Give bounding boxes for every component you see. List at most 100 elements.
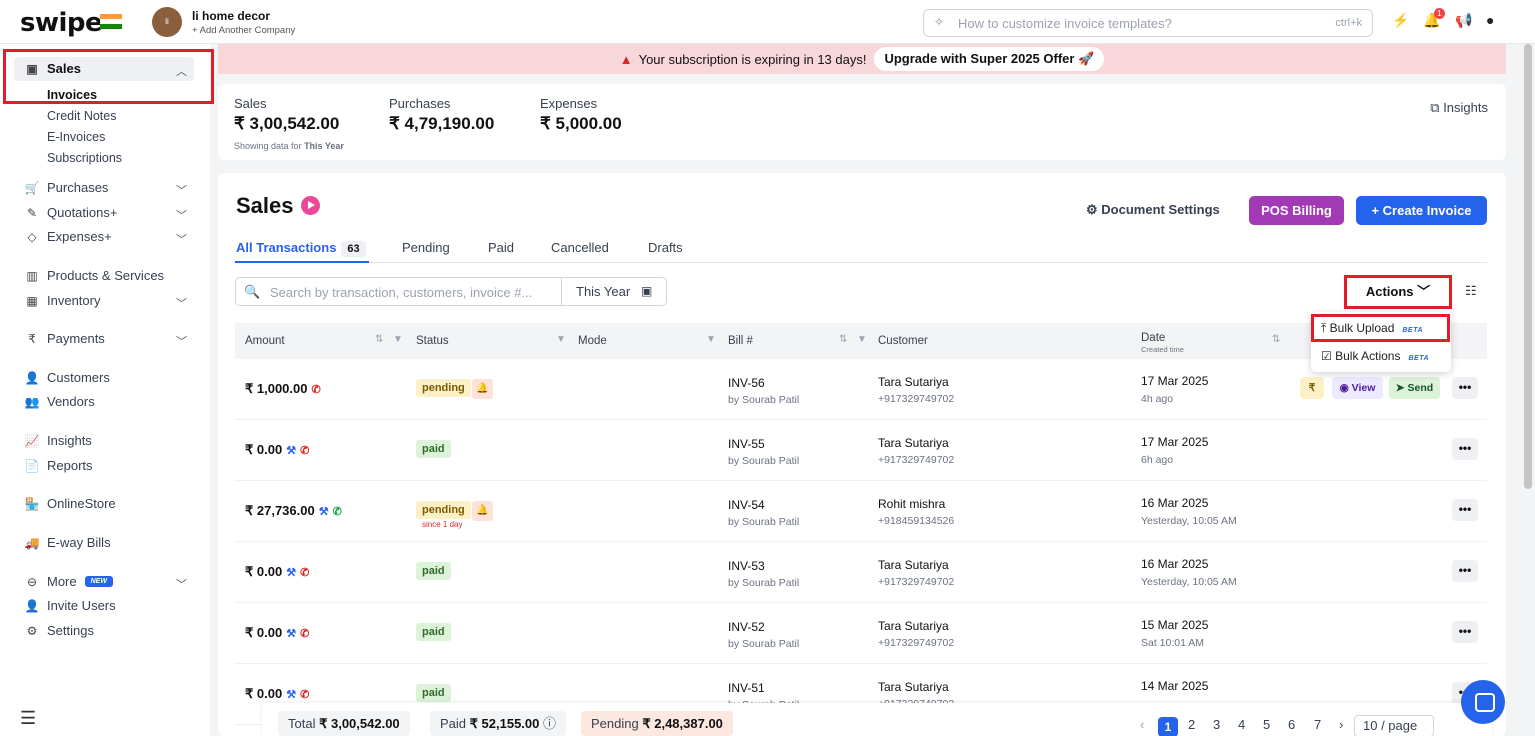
send-button[interactable]: ➤ Send [1389,377,1440,399]
period-selector[interactable]: This Year [576,284,630,299]
column-settings-icon[interactable]: ☷ [1465,283,1477,299]
account-icon[interactable]: ● [1486,12,1494,28]
view-button[interactable]: ◉ View [1332,377,1383,399]
filter-icon[interactable]: ▼ [857,334,867,345]
bill-number[interactable]: INV-56 [728,376,765,390]
info-icon[interactable]: ⓘ [543,716,556,731]
page-6[interactable]: 6 [1288,717,1295,732]
upgrade-button[interactable]: Upgrade with Super 2025 Offer 🚀 [874,47,1105,71]
wand-icon[interactable]: ⚒ [286,689,296,701]
bill-number[interactable]: INV-51 [728,681,765,695]
sidebar-item-expenses[interactable]: ◇ Expenses+ [24,229,111,244]
company-avatar[interactable]: li [152,7,182,37]
megaphone-icon[interactable]: 📢 [1455,12,1472,29]
tab-all-transactions[interactable]: All Transactions 63 [236,240,366,257]
pos-billing-button[interactable]: POS Billing [1249,196,1344,225]
chevron-down-icon[interactable]: ﹀ [176,231,187,247]
sort-icon[interactable]: ⇅ [839,334,847,345]
wand-icon[interactable]: ⚒ [286,445,296,457]
sidebar-item-products[interactable]: ▥ Products & Services [24,268,164,283]
sidebar-item-insights[interactable]: 📈 Insights [24,433,92,448]
scrollbar[interactable] [1524,44,1532,489]
more-options-button[interactable]: ••• [1452,621,1478,643]
sidebar-item-eway-bills[interactable]: 🚚 E-way Bills [24,535,111,550]
bill-number[interactable]: INV-52 [728,620,765,634]
page-4[interactable]: 4 [1238,717,1245,732]
whatsapp-icon[interactable]: ✆ [312,384,321,396]
chevron-down-icon[interactable]: ﹀ [176,295,187,311]
more-options-button[interactable]: ••• [1452,377,1478,399]
customer-name[interactable]: Tara Sutariya [878,680,949,694]
sidebar-item-credit-notes[interactable]: Credit Notes [47,109,116,123]
page-7[interactable]: 7 [1314,717,1321,732]
insights-link[interactable]: ⧉ Insights [1430,100,1488,116]
create-invoice-button[interactable]: + Create Invoice [1356,196,1487,225]
whatsapp-icon[interactable]: ✆ [300,628,309,640]
table-row[interactable]: ₹ 1,000.00 ✆ pending 🔔 INV-56 by Sourab P… [235,359,1487,420]
bill-number[interactable]: INV-53 [728,559,765,573]
sort-icon[interactable]: ⇅ [1272,334,1280,345]
whatsapp-icon[interactable]: ✆ [300,445,309,457]
table-row[interactable]: ₹ 0.00 ⚒ ✆ paid INV-52 by Sourab Patil Tar… [235,603,1487,664]
page-size-select[interactable]: 10 / page [1354,715,1434,736]
menu-icon[interactable]: ☰ [20,708,36,729]
customer-name[interactable]: Tara Sutariya [878,436,949,450]
document-settings-button[interactable]: ⚙ Document Settings [1086,202,1220,218]
company-name[interactable]: li home decor [192,9,270,23]
more-options-button[interactable]: ••• [1452,438,1478,460]
chevron-down-icon[interactable]: ﹀ [176,182,187,198]
lightning-icon[interactable]: ⚡ [1392,12,1409,29]
sidebar-item-onlinestore[interactable]: 🏪 OnlineStore [24,496,116,511]
tab-paid[interactable]: Paid [488,240,514,255]
table-row[interactable]: ₹ 0.00 ⚒ ✆ paid INV-53 by Sourab Patil Tar… [235,542,1487,603]
customer-name[interactable]: Tara Sutariya [878,558,949,572]
whatsapp-icon[interactable]: ✆ [300,689,309,701]
tab-cancelled[interactable]: Cancelled [551,240,609,255]
calendar-icon[interactable]: ▣ [641,284,652,298]
chevron-down-icon[interactable]: ﹀ [176,576,187,592]
customer-name[interactable]: Tara Sutariya [878,375,949,389]
tab-drafts[interactable]: Drafts [648,240,683,255]
tab-pending[interactable]: Pending [402,240,450,255]
bulk-actions-item[interactable]: ☑ Bulk Actions BETA [1321,349,1429,363]
sidebar-item-customers[interactable]: 👤 Customers [24,370,110,385]
whatsapp-icon[interactable]: ✆ [300,567,309,579]
page-5[interactable]: 5 [1263,717,1270,732]
table-row[interactable]: ₹ 0.00 ⚒ ✆ paid INV-55 by Sourab Patil Tar… [235,420,1487,481]
more-options-button[interactable]: ••• [1452,560,1478,582]
chat-support-button[interactable] [1461,680,1505,724]
sidebar-item-purchases[interactable]: 🛒 Purchases [24,180,109,195]
sidebar-item-invite-users[interactable]: 👤 Invite Users [24,598,116,613]
global-search-input[interactable]: ✧ How to customize invoice templates? ct… [923,9,1373,37]
add-company-link[interactable]: + Add Another Company [192,25,295,36]
customer-name[interactable]: Tara Sutariya [878,619,949,633]
next-page-icon[interactable]: › [1339,717,1343,732]
sort-icon[interactable]: ⇅ [375,334,383,345]
page-3[interactable]: 3 [1213,717,1220,732]
filter-icon[interactable]: ▼ [556,334,566,345]
filter-icon[interactable]: ▼ [706,334,716,345]
sidebar-item-inventory[interactable]: ▦ Inventory [24,293,100,308]
sidebar-item-quotations[interactable]: ✎ Quotations+ [24,205,118,220]
page-1[interactable]: 1 [1158,717,1178,736]
record-payment-button[interactable]: ₹ [1300,377,1324,399]
reminder-bell-icon[interactable]: 🔔 [472,501,493,521]
sidebar-item-more[interactable]: ⊖ More NEW [24,574,113,589]
prev-page-icon[interactable]: ‹ [1140,717,1144,732]
transaction-search-input[interactable]: 🔍 Search by transaction, customers, invo… [235,277,667,306]
page-2[interactable]: 2 [1188,717,1195,732]
sidebar-item-subscriptions[interactable]: Subscriptions [47,151,122,165]
customer-name[interactable]: Rohit mishra [878,497,945,511]
sidebar-item-vendors[interactable]: 👥 Vendors [24,394,95,409]
sidebar-item-payments[interactable]: ₹ Payments [24,331,105,346]
sidebar-item-reports[interactable]: 📄 Reports [24,458,93,473]
more-options-button[interactable]: ••• [1452,499,1478,521]
swipe-logo[interactable]: swipe [20,8,103,38]
bill-number[interactable]: INV-54 [728,498,765,512]
table-row[interactable]: ₹ 27,736.00 ⚒ ✆ pending 🔔 since 1 day INV-… [235,481,1487,542]
wand-icon[interactable]: ⚒ [286,628,296,640]
wand-icon[interactable]: ⚒ [319,506,329,518]
chevron-down-icon[interactable]: ﹀ [176,333,187,349]
play-video-icon[interactable] [301,196,320,215]
sidebar-item-e-invoices[interactable]: E-Invoices [47,130,105,144]
